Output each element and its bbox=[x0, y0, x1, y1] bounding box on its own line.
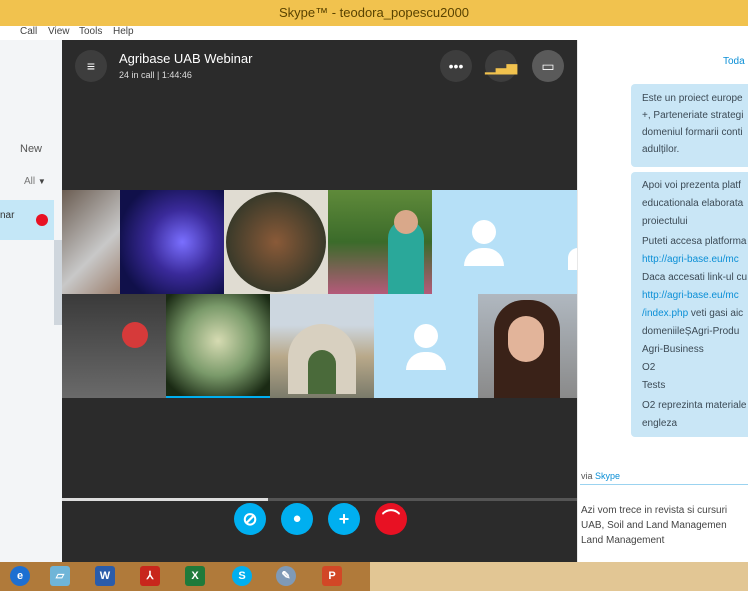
message-line: adulților. bbox=[642, 144, 680, 155]
message-line: Land Management bbox=[581, 535, 665, 546]
person-placeholder-icon bbox=[472, 220, 496, 244]
video-tile-8[interactable] bbox=[270, 294, 374, 398]
message-line: proiectului bbox=[642, 216, 688, 227]
message-line: educationala elaborata bbox=[642, 198, 744, 209]
person-placeholder-body bbox=[406, 352, 446, 370]
gate-opening bbox=[308, 350, 336, 394]
menu-list-icon[interactable]: ≡ bbox=[75, 50, 107, 82]
video-tile-4[interactable] bbox=[328, 190, 432, 294]
message-line: domeniileȘAgri-Produ bbox=[642, 326, 740, 337]
avatar-face bbox=[394, 210, 418, 234]
message-line: +, Parteneriate strategi bbox=[642, 110, 744, 121]
message-line: Este un proiect europe bbox=[642, 93, 743, 104]
chevron-down-icon: ▼ bbox=[37, 177, 46, 186]
acrobat-icon[interactable]: ⅄ bbox=[140, 566, 160, 586]
message-line: Apoi voi prezenta platf bbox=[642, 180, 741, 191]
end-call-icon[interactable]: ⌒ bbox=[375, 503, 407, 535]
call-quality-icon[interactable]: ▁▃▅ bbox=[485, 50, 517, 82]
via-line: via Skype bbox=[581, 471, 620, 481]
message-line: domeniul formarii conti bbox=[642, 127, 743, 138]
call-title: Agribase UAB Webinar bbox=[119, 51, 253, 66]
add-icon[interactable]: + bbox=[328, 503, 360, 535]
avatar bbox=[122, 322, 148, 348]
person-placeholder-icon bbox=[414, 324, 438, 348]
menu-call[interactable]: Call bbox=[20, 26, 37, 37]
chat-bubble-icon[interactable]: ▭ bbox=[532, 50, 564, 82]
menu-bar: Call View Tools Help bbox=[0, 26, 748, 40]
message-line: O2 reprezinta materiale bbox=[642, 400, 747, 411]
chat-message-1: Este un proiect europe +, Parteneriate s… bbox=[631, 84, 748, 167]
more-options-icon[interactable]: ••• bbox=[440, 50, 472, 82]
message-line: Tests bbox=[642, 380, 666, 391]
person-placeholder-partial bbox=[568, 248, 577, 270]
call-subtitle: 24 in call | 1:44:46 bbox=[119, 70, 192, 80]
excel-icon[interactable]: X bbox=[185, 566, 205, 586]
window-title: Skype™ - teodora_popescu2000 bbox=[278, 5, 470, 20]
video-tile-10[interactable] bbox=[478, 294, 577, 398]
word-icon[interactable]: W bbox=[95, 566, 115, 586]
menu-tools[interactable]: Tools bbox=[79, 26, 102, 37]
divider bbox=[580, 484, 748, 485]
menu-view[interactable]: View bbox=[48, 26, 70, 37]
via-skype-link[interactable]: Skype bbox=[595, 471, 620, 481]
new-button[interactable]: New bbox=[20, 143, 42, 155]
video-tile-5[interactable] bbox=[432, 190, 577, 294]
message-link[interactable]: http://agri-base.eu/mc bbox=[642, 290, 739, 301]
filter-dropdown[interactable]: All ▼ bbox=[24, 176, 46, 187]
video-tile-6[interactable] bbox=[62, 294, 166, 398]
taskbar-highlight bbox=[370, 562, 748, 591]
message-line: Agri-Business bbox=[642, 344, 704, 355]
message-line: Puteti accesa platforma bbox=[642, 236, 747, 247]
message-line: engleza bbox=[642, 418, 678, 429]
call-progress-fill bbox=[62, 498, 268, 501]
message-link[interactable]: /index.php bbox=[642, 308, 688, 319]
microphone-icon[interactable]: ● bbox=[281, 503, 313, 535]
chat-message-2: Apoi voi prezenta platf educationala ela… bbox=[631, 172, 748, 437]
message-line: UAB, Soil and Land Managemen bbox=[581, 520, 727, 531]
avatar-face bbox=[508, 316, 544, 362]
video-tile-7[interactable] bbox=[166, 294, 270, 398]
video-tile-9[interactable] bbox=[374, 294, 478, 398]
video-tile-2[interactable] bbox=[120, 190, 224, 294]
message-line: Azi vom trece in revista si cursuri bbox=[581, 505, 728, 516]
paint-icon[interactable]: ✎ bbox=[276, 566, 296, 586]
message-input[interactable]: Azi vom trece in revista si cursuri UAB,… bbox=[581, 503, 727, 548]
via-label: via bbox=[581, 471, 593, 481]
title-bar: Skype™ - teodora_popescu2000 bbox=[0, 0, 748, 26]
notebook-icon[interactable]: ▱ bbox=[50, 566, 70, 586]
video-tile-1[interactable] bbox=[62, 190, 120, 294]
active-speaker-indicator bbox=[166, 396, 270, 398]
powerpoint-icon[interactable]: P bbox=[322, 566, 342, 586]
person-placeholder-body bbox=[464, 248, 504, 266]
avatar bbox=[226, 192, 326, 292]
message-link[interactable]: http://agri-base.eu/mc bbox=[642, 254, 739, 265]
menu-help[interactable]: Help bbox=[113, 26, 134, 37]
message-text: veti gasi aic bbox=[688, 308, 744, 319]
message-line: /index.php veti gasi aic bbox=[642, 308, 743, 319]
call-progress-track bbox=[62, 498, 577, 501]
message-line: O2 bbox=[642, 362, 656, 373]
filter-label: All bbox=[24, 176, 36, 187]
video-tile-3[interactable] bbox=[224, 190, 328, 294]
sidebar-item-label: nar bbox=[0, 210, 15, 221]
ie-icon[interactable]: e bbox=[10, 566, 30, 586]
date-header: Toda bbox=[723, 56, 745, 67]
skype-icon[interactable]: S bbox=[232, 566, 252, 586]
video-off-icon[interactable]: ⊘ bbox=[234, 503, 266, 535]
end-call-badge-icon bbox=[36, 214, 48, 226]
message-line: Daca accesati link-ul cu bbox=[642, 272, 748, 283]
sidebar-scrollbar[interactable] bbox=[54, 240, 62, 325]
